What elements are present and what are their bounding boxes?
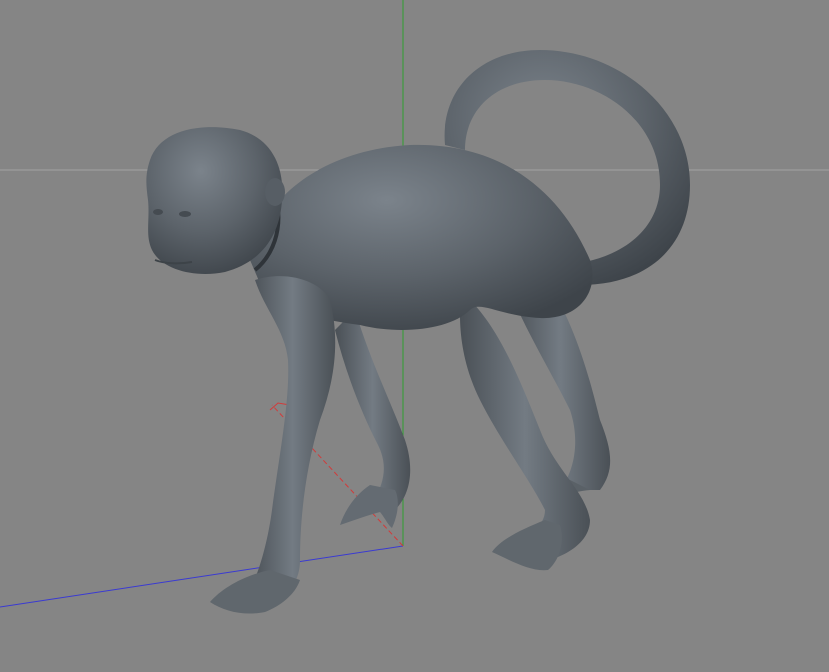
- monkey-ear: [265, 178, 285, 206]
- monkey-hand-front: [210, 570, 300, 614]
- viewport-canvas[interactable]: [0, 0, 829, 672]
- monkey-hand-back: [340, 485, 398, 528]
- monkey-arm-front: [250, 276, 336, 600]
- 3d-viewport[interactable]: [0, 0, 829, 672]
- monkey-model[interactable]: [146, 50, 690, 614]
- monkey-hind-foot-front: [492, 520, 562, 571]
- monkey-eye-right: [179, 211, 191, 217]
- monkey-arm-back: [335, 310, 411, 510]
- z-axis-line: [0, 545, 404, 608]
- monkey-eye-left: [153, 209, 163, 215]
